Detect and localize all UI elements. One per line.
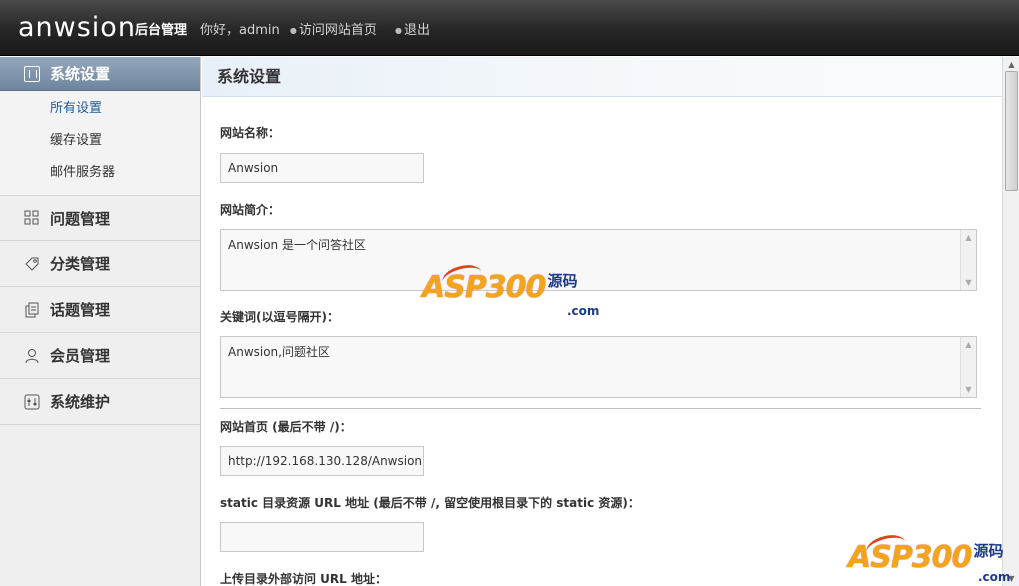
user-icon	[24, 348, 40, 364]
site-name-label: 网站名称：	[220, 126, 281, 140]
top-header: anwsion 后台管理 你好，admin ● 访问网站首页 ● 退出	[0, 0, 1019, 56]
home-url-input[interactable]: http://192.168.130.128/Anwsion	[220, 446, 424, 476]
sidebar-item-label: 话题管理	[50, 301, 111, 319]
scroll-up-icon[interactable]: ▲	[1005, 58, 1018, 71]
site-name-input[interactable]: Anwsion	[220, 153, 424, 183]
textarea-scrollbar[interactable]: ▲ ▼	[960, 337, 976, 397]
scroll-up-icon[interactable]: ▲	[964, 233, 973, 242]
sidebar-item-label: 系统设置	[50, 65, 111, 83]
site-desc-textarea[interactable]: Anwsion 是一个问答社区 ▲ ▼	[220, 229, 977, 291]
page-scrollbar[interactable]: ▲ ▼	[1002, 57, 1019, 586]
watermark-logo-corner: ASP300 源码 .com	[848, 531, 1010, 584]
keywords-value: Anwsion,问题社区	[228, 345, 330, 359]
section-divider	[220, 408, 981, 409]
sidebar-item-label: 系统维护	[50, 393, 111, 411]
admin-title: 后台管理	[135, 23, 188, 38]
logout-link[interactable]: ● 退出	[395, 23, 436, 38]
static-url-input[interactable]	[220, 522, 424, 552]
anwsion-logo[interactable]: anwsion	[18, 10, 136, 46]
documents-icon	[24, 302, 40, 318]
sidebar-item-maintenance[interactable]: 系统维护	[0, 379, 200, 425]
maintenance-icon	[24, 394, 40, 410]
sidebar-item-categories[interactable]: 分类管理	[0, 241, 200, 287]
keywords-label: 关键词(以逗号隔开)：	[220, 310, 339, 324]
main-content: 系统设置 网站名称： Anwsion 网站简介： Anwsion 是一个问答社区…	[202, 57, 1002, 586]
settings-submenu: 所有设置 缓存设置 邮件服务器	[0, 91, 200, 195]
page-title: 系统设置	[202, 57, 1002, 97]
static-url-label: static 目录资源 URL 地址 (最后不带 /, 留空使用根目录下的 st…	[220, 496, 640, 510]
site-desc-label: 网站简介：	[220, 203, 281, 217]
scrollbar-thumb[interactable]	[1005, 71, 1018, 191]
scroll-up-icon[interactable]: ▲	[964, 340, 973, 349]
submenu-all-settings[interactable]: 所有设置	[0, 93, 200, 125]
sidebar-item-system-settings[interactable]: 系统设置	[0, 57, 200, 91]
home-url-label: 网站首页 (最后不带 /)：	[220, 420, 352, 434]
grid-icon	[24, 210, 40, 226]
scroll-down-icon[interactable]: ▼	[964, 278, 973, 287]
watermark-logo: ASP300 源码 .com	[422, 261, 599, 318]
sidebar-item-questions[interactable]: 问题管理	[0, 195, 200, 241]
scroll-down-icon[interactable]: ▼	[964, 385, 973, 394]
submenu-cache-settings[interactable]: 缓存设置	[0, 125, 200, 157]
site-desc-value: Anwsion 是一个问答社区	[228, 238, 366, 252]
upload-url-label: 上传目录外部访问 URL 地址：	[220, 572, 387, 586]
greeting-text: 你好，admin	[200, 23, 280, 38]
tag-icon	[24, 256, 40, 272]
textarea-scrollbar[interactable]: ▲ ▼	[960, 230, 976, 290]
sidebar-item-label: 问题管理	[50, 209, 111, 228]
visit-site-link[interactable]: ● 访问网站首页	[290, 23, 383, 38]
sidebar: 系统设置 所有设置 缓存设置 邮件服务器 问题管理 分类管理 话题管理 会员管理…	[0, 57, 201, 586]
settings-icon	[24, 65, 40, 82]
sidebar-item-label: 会员管理	[50, 347, 111, 365]
top-nav: 你好，admin ● 访问网站首页 ● 退出	[200, 19, 444, 38]
submenu-mail-server[interactable]: 邮件服务器	[0, 157, 200, 189]
sidebar-item-members[interactable]: 会员管理	[0, 333, 200, 379]
sidebar-item-label: 分类管理	[50, 255, 111, 273]
keywords-textarea[interactable]: Anwsion,问题社区 ▲ ▼	[220, 336, 977, 398]
sidebar-item-topics[interactable]: 话题管理	[0, 287, 200, 333]
